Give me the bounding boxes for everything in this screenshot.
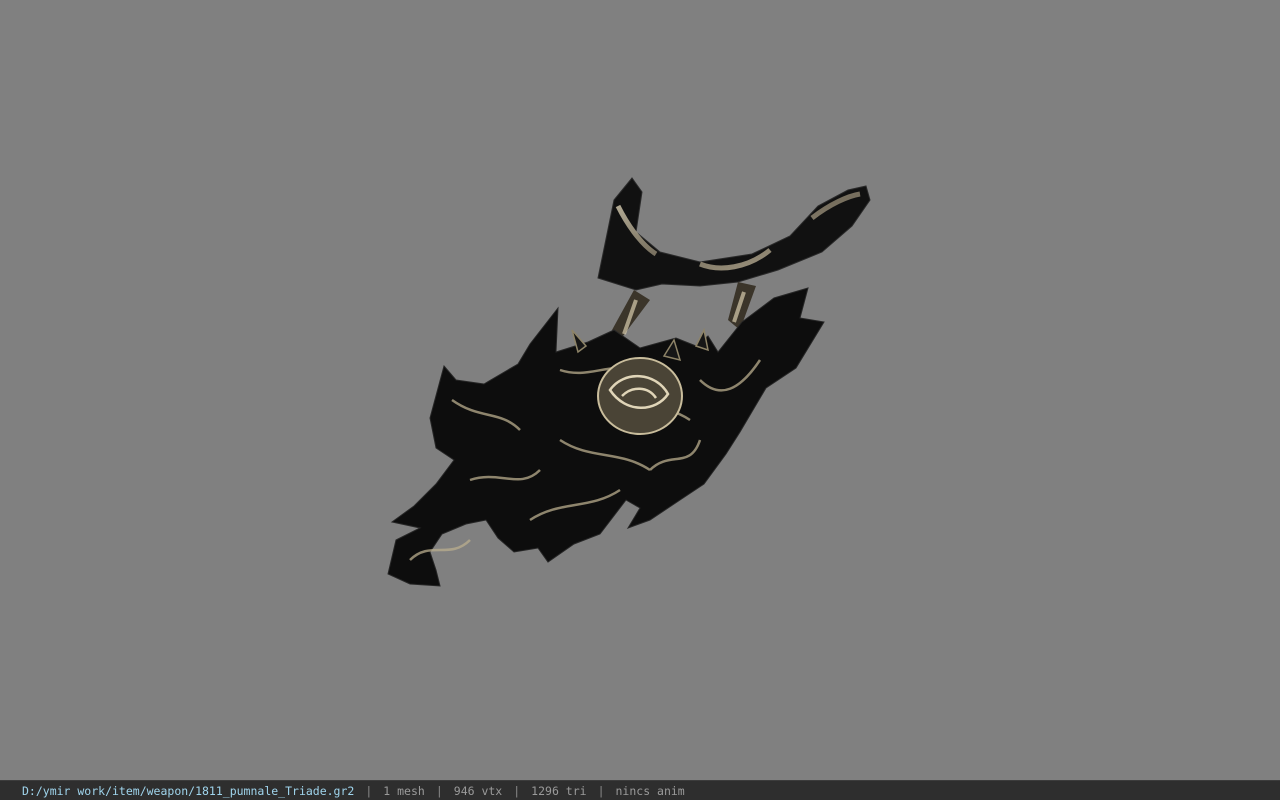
vertex-count-text: 946 vtx	[453, 783, 503, 798]
file-path-text: D:/ymir work/item/weapon/1811_pumnale_Tr…	[22, 783, 355, 798]
triangle-count-text: 1296 tri	[531, 783, 587, 798]
status-separator: |	[597, 783, 605, 798]
animation-status-text: nincs anim	[615, 783, 685, 798]
status-separator: |	[365, 783, 373, 798]
model-blade-body	[387, 287, 825, 587]
mesh-count-text: 1 mesh	[383, 783, 425, 798]
model-center-ornament	[597, 357, 683, 435]
dagger-model-icon	[387, 177, 871, 587]
status-bar: D:/ymir work/item/weapon/1811_pumnale_Tr…	[0, 780, 1280, 800]
status-separator: |	[513, 783, 521, 798]
status-separator: |	[435, 783, 443, 798]
3d-viewport[interactable]	[0, 0, 1280, 780]
model-guard-arc	[597, 177, 871, 291]
